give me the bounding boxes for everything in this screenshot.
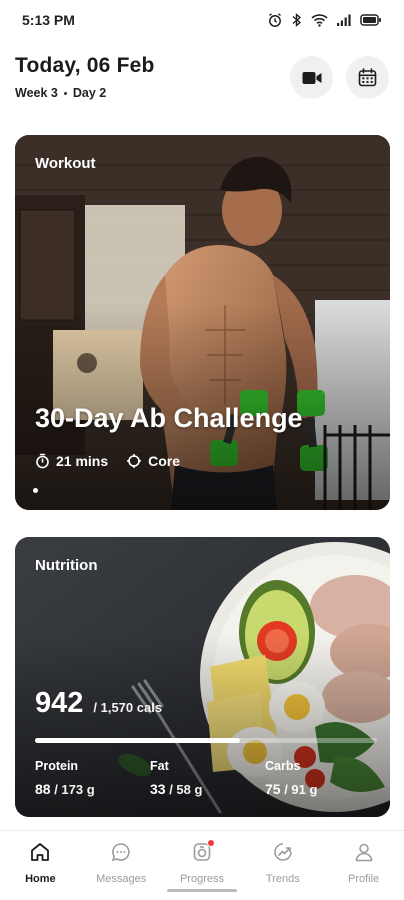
carousel-indicator [33,488,38,493]
week-label: Week 3 [15,86,58,100]
workout-meta: 21 mins Core [35,453,180,469]
nav-item-messages[interactable]: Messages [81,831,162,900]
macro-total: / 173 g [54,782,95,797]
macro-name: Protein [35,759,79,773]
calories-total: / 1,570 cals [93,700,163,715]
macro-current: 33 [150,781,166,797]
macro-total: / 58 g [169,782,203,797]
video-call-button[interactable] [290,56,333,99]
nutrition-label: Nutrition [35,557,98,574]
macro-value: 88 / 173 g [35,781,150,797]
home-icon [28,840,52,864]
nav-item-home[interactable]: Home [0,831,81,900]
calories-progress-bar [35,738,377,743]
separator-dot [63,91,67,95]
battery-icon [360,14,381,26]
progress-icon [190,839,215,864]
header-actions [290,56,389,99]
workout-card[interactable]: Workout 30-Day Ab Challenge 21 mins Core [15,135,390,510]
day-label: Day 2 [72,86,107,100]
profile-icon [352,840,376,864]
workout-label: Workout [35,155,96,172]
calories-row: 942 / 1,570 cals [35,687,162,720]
duration-item: 21 mins [35,453,108,469]
nutrition-card[interactable]: Nutrition 942 / 1,570 cals Protein 88 / … [15,537,390,817]
macro-name: Fat [150,759,169,773]
calories-progress-fill [35,738,241,743]
page-header: Today, 06 Feb Week 3 Day 2 [15,54,389,104]
calendar-button[interactable] [346,56,389,99]
macro-protein: Protein 88 / 173 g [35,759,150,797]
macro-current: 88 [35,781,51,797]
video-camera-icon [302,71,321,84]
nav-label: Profile [347,873,380,885]
calendar-icon [358,68,377,87]
duration-value: 21 mins [56,453,109,469]
status-bar: 5:13 PM [0,0,404,40]
nav-label: Trends [265,873,300,885]
macro-current: 75 [265,781,281,797]
alarm-icon [269,13,281,27]
nav-label: Progress [179,873,224,885]
nav-item-trends[interactable]: Trends [242,831,323,900]
workout-title: 30-Day Ab Challenge [35,403,303,433]
nav-item-profile[interactable]: Profile [323,831,404,900]
macro-total: / 91 g [284,782,318,797]
home-indicator [167,889,237,892]
status-time: 5:13 PM [22,12,75,28]
target-icon [127,454,142,468]
chat-icon [109,840,133,864]
calories-value: 942 [35,687,84,719]
macro-fat: Fat 33 / 58 g [150,759,265,797]
macro-value: 33 / 58 g [150,781,265,797]
nav-label: Messages [96,873,147,885]
notification-badge [206,839,215,847]
macros-row: Protein 88 / 173 g Fat 33 / 58 g Carbs 7… [35,759,380,797]
focus-value: Core [148,453,181,469]
stopwatch-icon [36,453,49,469]
wifi-icon [311,14,328,27]
carousel-dot[interactable] [33,488,38,493]
trends-icon [271,840,295,864]
macro-name: Carbs [265,759,301,773]
nav-label: Home [25,873,56,885]
signal-icon [337,14,351,26]
macro-value: 75 / 91 g [265,781,380,797]
macro-carbs: Carbs 75 / 91 g [265,759,380,797]
app-screen: 5:13 PM Today, 06 Feb Week 3 Day 2 Worko… [0,0,404,900]
focus-item: Core [126,453,180,469]
status-icons [267,12,382,28]
bluetooth-icon [292,12,302,28]
